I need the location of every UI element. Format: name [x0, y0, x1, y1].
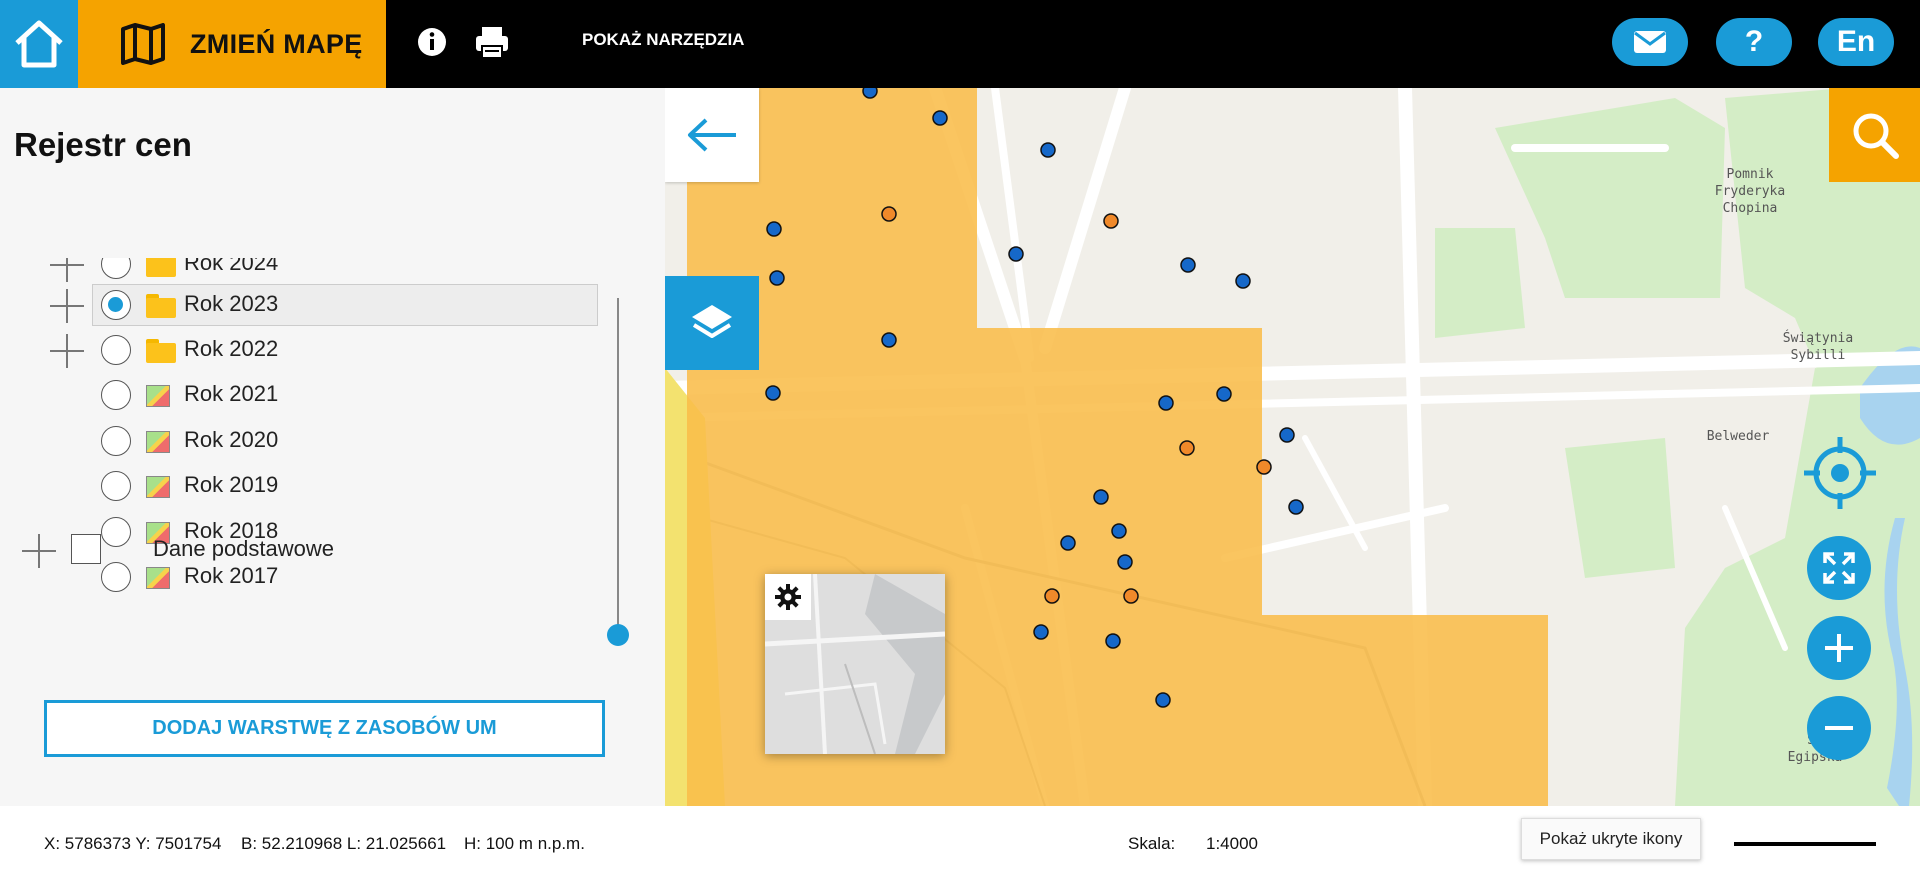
- layer-label: Rok 2021: [184, 381, 279, 406]
- layer-label: Rok 2020: [184, 427, 279, 452]
- show-tools-link[interactable]: POKAŻ NARZĘDZIA: [582, 30, 744, 50]
- base-layer-checkbox[interactable]: [71, 534, 101, 564]
- layer-label: Rok 2023: [184, 291, 279, 316]
- raster-layer-icon: [146, 567, 170, 589]
- scale-value[interactable]: 1:4000: [1206, 834, 1258, 854]
- help-button[interactable]: ?: [1716, 18, 1792, 66]
- expand-icon[interactable]: [50, 289, 84, 323]
- settings-icon: [775, 584, 801, 610]
- map-label-chopin: Pomnik Fryderyka Chopina: [1714, 167, 1786, 216]
- locate-icon: [1804, 437, 1876, 509]
- search-button[interactable]: [1829, 88, 1920, 182]
- zoom-out-button[interactable]: [1807, 696, 1871, 760]
- folder-icon: [146, 294, 176, 318]
- contact-button[interactable]: [1612, 18, 1688, 66]
- layer-radio[interactable]: [101, 335, 131, 365]
- expand-icon[interactable]: [50, 258, 84, 282]
- change-map-label: ZMIEŃ MAPĘ: [190, 28, 363, 59]
- layer-tree: Rok 2024 Rok 2023 Rok 2022 Rok 2021 Rok …: [0, 258, 665, 618]
- layer-radio[interactable]: [101, 562, 131, 592]
- layer-label: Rok 2022: [184, 336, 279, 361]
- xy-coordinates: X: 5786373 Y: 7501754: [44, 834, 222, 853]
- layer-row-2024[interactable]: Rok 2024: [0, 258, 620, 284]
- layer-scrollbar-track[interactable]: [617, 298, 619, 636]
- layer-label: Rok 2024: [184, 258, 279, 275]
- printer-icon: [476, 27, 508, 59]
- zoom-in-icon: [1825, 634, 1853, 662]
- search-icon: [1853, 113, 1899, 159]
- back-arrow-icon: [688, 118, 736, 152]
- zoom-in-button[interactable]: [1807, 616, 1871, 680]
- layer-row-2019[interactable]: Rok 2019: [0, 466, 620, 506]
- layer-radio[interactable]: [101, 290, 131, 320]
- folder-icon: [146, 258, 176, 277]
- layer-radio[interactable]: [101, 380, 131, 410]
- print-button[interactable]: [472, 22, 512, 62]
- add-layer-button[interactable]: DODAJ WARSTWĘ Z ZASOBÓW UM: [44, 700, 605, 757]
- layers-panel: Rejestr cen Rok 2024 Rok 2023 Rok 2022 R…: [0, 88, 665, 806]
- top-bar: ZMIEŃ MAPĘ POKAŻ NARZĘDZIA ? En: [0, 0, 1920, 88]
- expand-icon[interactable]: [22, 534, 56, 568]
- layer-label: Rok 2019: [184, 472, 279, 497]
- map-view[interactable]: Pomnik Fryderyka Chopina Świątynia Sybil…: [665, 88, 1920, 806]
- map-icon: [121, 23, 165, 65]
- minimap-settings-button[interactable]: [765, 574, 811, 620]
- layers-button[interactable]: [665, 276, 759, 370]
- layer-row-2020[interactable]: Rok 2020: [0, 421, 620, 461]
- fullscreen-icon: [1823, 552, 1855, 584]
- locate-me-button[interactable]: [1802, 435, 1878, 511]
- layer-radio[interactable]: [101, 426, 131, 456]
- map-label-belweder: Belweder: [1706, 429, 1770, 444]
- layer-label: Rok 2017: [184, 563, 279, 588]
- layer-row-2021[interactable]: Rok 2021: [0, 375, 620, 415]
- fullscreen-button[interactable]: [1807, 536, 1871, 600]
- change-map-button[interactable]: ZMIEŃ MAPĘ: [78, 0, 386, 88]
- language-label: En: [1836, 25, 1876, 58]
- info-button[interactable]: [414, 24, 450, 60]
- expand-icon[interactable]: [50, 334, 84, 368]
- layer-row-2023[interactable]: Rok 2023: [0, 284, 620, 326]
- layer-row-2022[interactable]: Rok 2022: [0, 330, 620, 370]
- scale-label: Skala:: [1128, 834, 1176, 853]
- folder-icon: [146, 339, 176, 363]
- layer-scrollbar-handle[interactable]: [607, 624, 629, 646]
- layer-radio[interactable]: [101, 258, 131, 279]
- raster-layer-icon: [146, 431, 170, 453]
- scale-bar: [1734, 842, 1876, 846]
- layers-icon: [692, 305, 732, 338]
- raster-layer-icon: [146, 476, 170, 498]
- help-label: ?: [1744, 25, 1764, 58]
- raster-layer-icon: [146, 385, 170, 407]
- show-hidden-icons-tooltip: Pokaż ukryte ikony: [1521, 818, 1701, 860]
- overview-minimap[interactable]: [765, 574, 945, 754]
- language-button[interactable]: En: [1818, 18, 1894, 66]
- mail-icon: [1634, 31, 1666, 53]
- panel-title: Rejestr cen: [14, 126, 192, 163]
- layer-radio[interactable]: [101, 517, 131, 547]
- zoom-out-icon: [1825, 726, 1853, 730]
- info-icon: [418, 28, 446, 56]
- geo-coordinates: B: 52.210968 L: 21.025661: [241, 834, 447, 853]
- base-layer-label: Dane podstawowe: [153, 536, 335, 561]
- height-readout: H: 100 m n.p.m.: [464, 834, 585, 853]
- collapse-panel-button[interactable]: [665, 88, 759, 182]
- status-bar: X: 5786373 Y: 7501754 B: 52.210968 L: 21…: [0, 806, 1920, 880]
- home-icon: [15, 20, 63, 68]
- layer-radio[interactable]: [101, 471, 131, 501]
- home-button[interactable]: [0, 0, 78, 88]
- map-label-sybilla: Świątynia Sybilli: [1782, 331, 1854, 363]
